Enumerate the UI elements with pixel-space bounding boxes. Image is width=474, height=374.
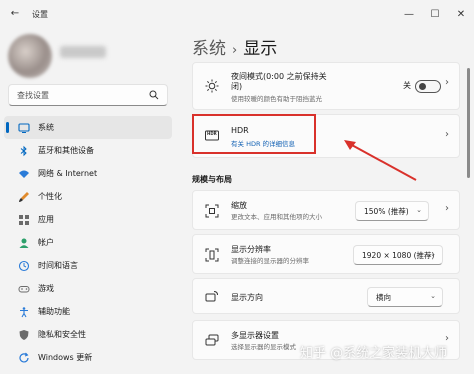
wifi-icon: [18, 168, 30, 180]
sidebar-item-system[interactable]: 系统: [4, 116, 172, 139]
chevron-right-icon[interactable]: ›: [445, 77, 449, 88]
sidebar-item-gaming[interactable]: 游戏: [4, 277, 172, 300]
breadcrumb: 系统 › 显示: [192, 34, 277, 59]
resolution-title: 显示分辨率: [231, 245, 271, 254]
sidebar-item-apps[interactable]: 应用: [4, 208, 172, 231]
resolution-icon: [205, 248, 219, 262]
multiple-displays-title: 多显示器设置: [231, 331, 279, 340]
sidebar-item-label: 网络 & Internet: [38, 169, 98, 178]
sun-icon: [205, 79, 219, 93]
sidebar-item-label: Windows 更新: [38, 353, 93, 362]
scale-title: 缩放: [231, 201, 247, 210]
sidebar-item-time-language[interactable]: 时间和语言: [4, 254, 172, 277]
sidebar-item-accessibility[interactable]: 辅助功能: [4, 300, 172, 323]
sidebar-item-label: 系统: [38, 123, 54, 132]
sidebar-item-label: 个性化: [38, 192, 62, 201]
close-button[interactable]: ✕: [448, 0, 474, 28]
minimize-button[interactable]: —: [396, 0, 422, 28]
sidebar-item-network[interactable]: 网络 & Internet: [4, 162, 172, 185]
title-bar: ← 设置 — ☐ ✕: [0, 0, 474, 28]
sidebar-item-label: 应用: [38, 215, 54, 224]
person-icon: [18, 237, 30, 249]
chevron-down-icon: ⌄: [430, 250, 436, 258]
accessibility-icon: [18, 306, 30, 318]
back-button[interactable]: ←: [8, 7, 22, 21]
window-controls: — ☐ ✕: [396, 0, 474, 28]
watermark: 知乎 @系统之家装机大师: [300, 346, 448, 361]
chevron-right-icon[interactable]: ›: [445, 129, 449, 140]
scale-card: 缩放 更改文本、应用和其他项的大小 150% (推荐) ⌄ ›: [192, 190, 460, 230]
maximize-button[interactable]: ☐: [422, 0, 448, 28]
orientation-card: 显示方向 横向 ⌄: [192, 278, 460, 314]
multiple-displays-icon: [205, 334, 219, 348]
sidebar: 系统 蓝牙和其他设备 网络 & Internet 个性化 应用: [0, 28, 176, 374]
scale-subtitle: 更改文本、应用和其他项的大小: [231, 213, 322, 221]
app-title: 设置: [32, 10, 48, 19]
night-light-card[interactable]: 夜间模式(0:00 之前保持关 闭) 使用较暖的颜色有助于阻挡蓝光 关 ›: [192, 62, 460, 110]
bluetooth-icon: [18, 145, 30, 157]
gamepad-icon: [18, 283, 30, 295]
resolution-dropdown[interactable]: 1920 × 1080 (推荐) ⌄: [353, 245, 443, 265]
sidebar-item-label: 辅助功能: [38, 307, 70, 316]
sidebar-item-label: 蓝牙和其他设备: [38, 146, 94, 155]
scale-dropdown-value: 150% (推荐): [364, 206, 409, 216]
shield-icon: [18, 329, 30, 341]
chevron-down-icon: ⌄: [416, 206, 422, 214]
night-light-title: 夜间模式(0:00 之前保持关: [231, 72, 327, 81]
hdr-highlight-box: [192, 114, 316, 154]
sidebar-item-label: 游戏: [38, 284, 54, 293]
globe-clock-icon: [18, 260, 30, 272]
night-light-subtitle: 使用较暖的颜色有助于阻挡蓝光: [231, 95, 322, 103]
search-icon[interactable]: [149, 90, 159, 100]
sidebar-item-label: 帐户: [38, 238, 54, 247]
scale-dropdown[interactable]: 150% (推荐) ⌄: [355, 201, 429, 221]
night-light-toggle[interactable]: [415, 80, 441, 93]
toggle-knob: [419, 83, 426, 90]
resolution-dropdown-value: 1920 × 1080 (推荐): [362, 250, 435, 260]
orientation-dropdown-value: 横向: [376, 292, 391, 302]
apps-icon: [18, 214, 30, 226]
chevron-right-icon[interactable]: ›: [445, 203, 449, 214]
main-content: 系统 › 显示 夜间模式(0:00 之前保持关 闭) 使用较暖的颜色有助于阻挡蓝光 …: [186, 28, 474, 374]
scale-layout-section-title: 规模与布局: [192, 175, 232, 184]
annotation-arrow-icon: [344, 140, 417, 181]
sidebar-item-bluetooth[interactable]: 蓝牙和其他设备: [4, 139, 172, 162]
orientation-dropdown[interactable]: 横向 ⌄: [367, 287, 443, 307]
update-icon: [18, 352, 30, 364]
night-light-toggle-label: 关: [403, 81, 411, 90]
multiple-displays-subtitle: 选择显示器的显示模式: [231, 343, 296, 351]
sidebar-item-label: 隐私和安全性: [38, 330, 86, 339]
sidebar-item-accounts[interactable]: 帐户: [4, 231, 172, 254]
orientation-icon: [205, 290, 219, 304]
page-title: 显示: [243, 39, 278, 59]
monitor-icon: [18, 122, 30, 134]
sidebar-item-label: 时间和语言: [38, 261, 78, 270]
brush-icon: [18, 191, 30, 203]
sidebar-item-personalization[interactable]: 个性化: [4, 185, 172, 208]
breadcrumb-separator: ›: [232, 43, 238, 58]
avatar: [8, 34, 52, 78]
night-light-title-line2: 闭): [231, 82, 243, 91]
sidebar-item-windows-update[interactable]: Windows 更新: [4, 346, 172, 369]
orientation-title: 显示方向: [231, 293, 263, 302]
resolution-card: 显示分辨率 调整连接的显示器的分辨率 1920 × 1080 (推荐) ⌄: [192, 234, 460, 274]
search-box[interactable]: [8, 84, 168, 106]
scale-icon: [205, 204, 219, 218]
search-input[interactable]: [9, 85, 139, 105]
profile-name-blurred: [60, 46, 106, 58]
chevron-down-icon: ⌄: [430, 292, 436, 300]
user-profile[interactable]: [8, 34, 168, 80]
scrollbar[interactable]: [467, 68, 470, 178]
breadcrumb-system[interactable]: 系统: [192, 39, 226, 59]
resolution-subtitle: 调整连接的显示器的分辨率: [231, 257, 309, 265]
sidebar-nav: 系统 蓝牙和其他设备 网络 & Internet 个性化 应用 帐户 时间和语言…: [4, 116, 172, 369]
sidebar-item-privacy-security[interactable]: 隐私和安全性: [4, 323, 172, 346]
